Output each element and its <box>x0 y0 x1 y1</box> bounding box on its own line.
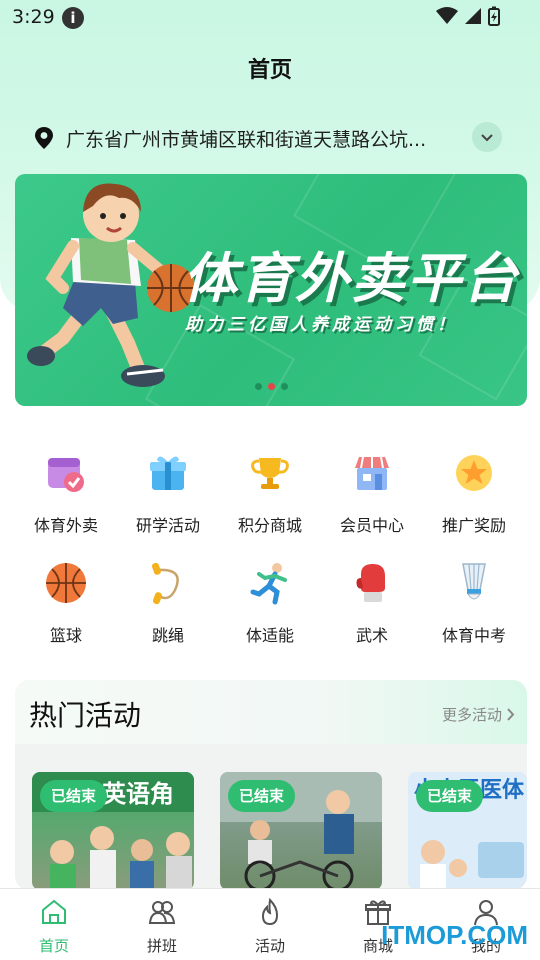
status-bar: 3:29 i <box>0 0 540 36</box>
feature-label: 积分商城 <box>237 516 302 535</box>
hot-activities-title: 热门活动 <box>29 699 142 732</box>
tab-home[interactable]: 首页 <box>14 897 94 956</box>
gift-icon <box>150 456 186 490</box>
boxing-glove-icon <box>356 564 385 602</box>
ended-badge: 已结束 <box>416 780 484 812</box>
watermark: ITMOP.COM <box>381 920 528 950</box>
feature-martial-arts[interactable]: 武术 <box>321 560 423 646</box>
activity-card[interactable]: 已结束 <box>220 772 382 890</box>
promo-banner[interactable]: 体育外卖平台 助力三亿国人养成运动习惯！ <box>15 174 527 406</box>
banner-title: 体育外卖平台 <box>183 247 519 310</box>
activity-image-text: 英语角 <box>102 780 174 808</box>
more-activities-link[interactable]: 更多活动 <box>442 704 515 725</box>
location-pin-icon <box>35 127 53 149</box>
page-title: 首页 <box>247 58 292 83</box>
runner-icon <box>250 563 287 605</box>
banner-pagination <box>255 383 288 390</box>
status-time: 3:29 <box>12 6 55 28</box>
hot-activities-list: 英语角 已结束 已结束 小小牙医体 已结束 <box>15 744 527 890</box>
tab-label: 拼班 <box>146 937 177 955</box>
status-icons <box>436 6 500 26</box>
home-icon <box>42 899 66 924</box>
store-icon <box>355 456 389 490</box>
feature-physical-fitness[interactable]: 体适能 <box>219 560 321 646</box>
location-selector[interactable]: 广东省广州市黄埔区联和街道天慧路公坑... <box>34 118 504 158</box>
star-icon <box>456 455 492 491</box>
trophy-icon <box>251 458 289 489</box>
feature-label: 武术 <box>355 626 388 645</box>
banner-dot-active[interactable] <box>268 383 275 390</box>
tab-group-class[interactable]: 拼班 <box>122 897 202 956</box>
banner-dot[interactable] <box>281 383 288 390</box>
feature-points-mall[interactable]: 积分商城 <box>219 450 321 536</box>
banner-subtitle: 助力三亿国人养成运动习惯！ <box>185 315 458 335</box>
signal-icon <box>465 8 481 24</box>
tab-label: 活动 <box>254 937 285 955</box>
tab-activities[interactable]: 活动 <box>230 897 310 956</box>
jump-rope-icon <box>151 562 179 605</box>
calendar-icon <box>48 458 84 492</box>
feature-jump-rope[interactable]: 跳绳 <box>117 560 219 646</box>
activity-card[interactable]: 小小牙医体 已结束 <box>408 772 527 890</box>
feature-label: 体育中考 <box>441 626 506 645</box>
feature-basketball[interactable]: 篮球 <box>15 560 117 646</box>
ended-badge: 已结束 <box>40 780 108 812</box>
hot-activities-section: 热门活动 更多活动 英语角 已结束 已结束 已结束 <box>15 680 527 890</box>
tab-label: 首页 <box>38 937 69 955</box>
feature-label: 会员中心 <box>339 516 404 535</box>
basketball-icon <box>46 563 86 603</box>
feature-pe-exam[interactable]: 体育中考 <box>423 560 525 646</box>
shuttlecock-icon <box>462 563 486 600</box>
feature-label: 篮球 <box>49 626 82 645</box>
feature-label: 推广奖励 <box>441 516 506 535</box>
ended-badge: 已结束 <box>228 780 296 812</box>
feature-referral-reward[interactable]: 推广奖励 <box>423 450 525 536</box>
chevron-down-icon[interactable] <box>472 122 502 152</box>
feature-label: 跳绳 <box>151 626 184 645</box>
feature-member-center[interactable]: 会员中心 <box>321 450 423 536</box>
wifi-icon <box>436 7 458 24</box>
more-activities-label: 更多活动 <box>441 706 502 724</box>
group-icon <box>148 901 176 924</box>
activity-card[interactable]: 英语角 已结束 <box>32 772 194 890</box>
info-icon: i <box>62 7 84 29</box>
feature-label: 研学活动 <box>135 516 200 535</box>
feature-sports-delivery[interactable]: 体育外卖 <box>15 450 117 536</box>
chevron-right-icon <box>507 708 515 721</box>
feature-label: 体适能 <box>245 626 294 645</box>
feature-study-tour[interactable]: 研学活动 <box>117 450 219 536</box>
banner-dot[interactable] <box>255 383 262 390</box>
location-text: 广东省广州市黄埔区联和街道天慧路公坑... <box>66 128 427 151</box>
feature-label: 体育外卖 <box>33 516 98 535</box>
battery-icon <box>488 6 500 26</box>
flame-icon <box>261 897 279 926</box>
